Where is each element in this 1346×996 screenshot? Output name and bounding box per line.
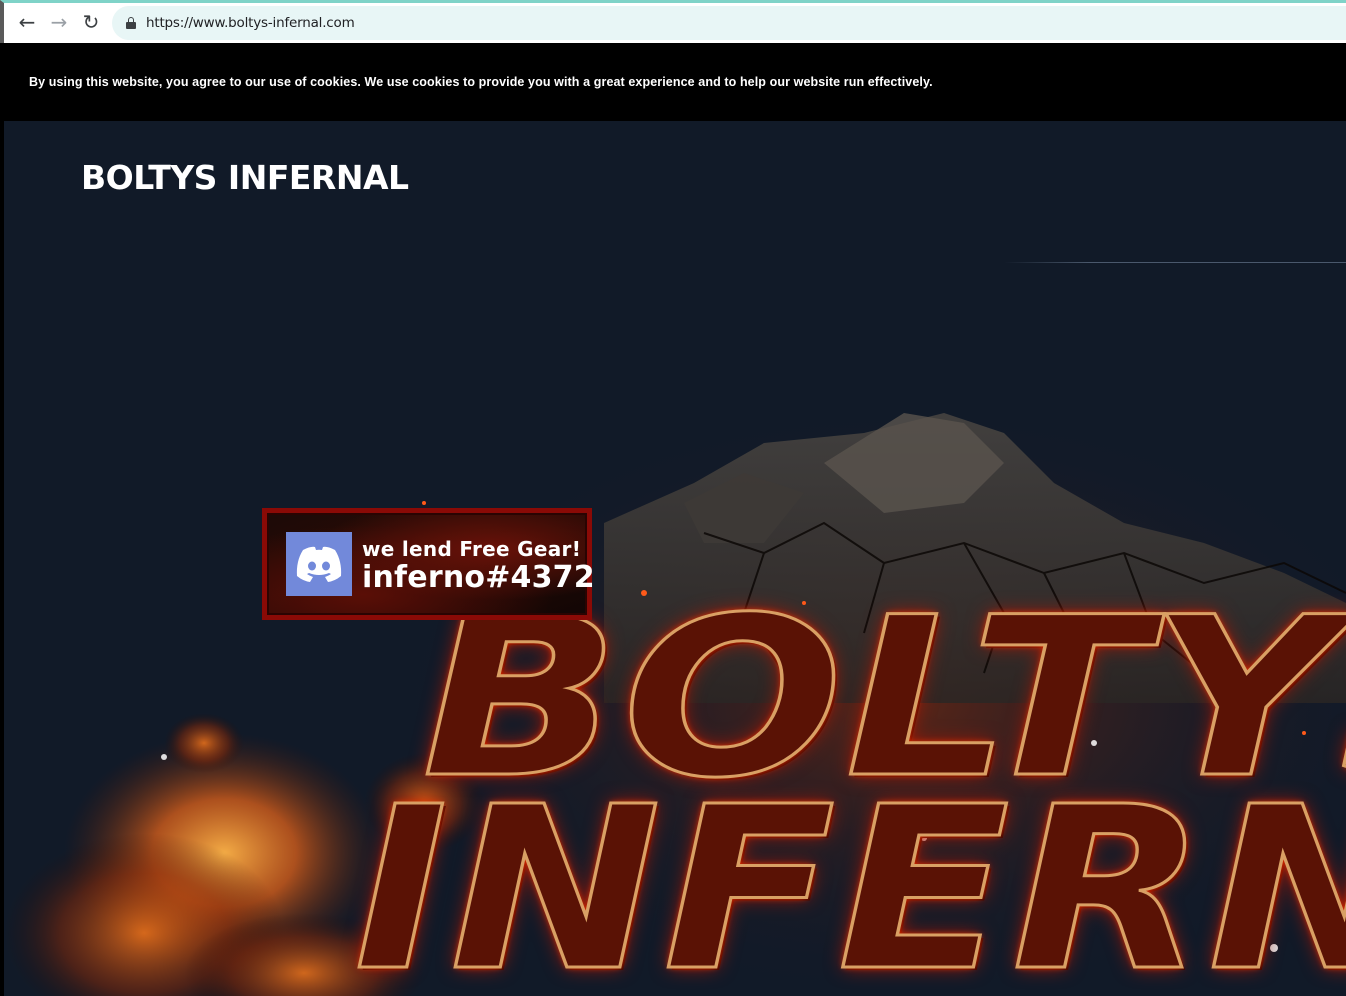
hero-banner: BOLTYS INFERN — [4, 373, 1346, 996]
cookie-banner-text: By using this website, you agree to our … — [29, 75, 933, 89]
arrow-right-icon[interactable]: → — [45, 8, 73, 36]
header-divider — [1004, 262, 1346, 263]
arrow-left-icon[interactable]: ← — [13, 8, 41, 36]
cookie-banner: By using this website, you agree to our … — [4, 43, 1346, 121]
lock-icon[interactable] — [126, 17, 136, 29]
reload-icon[interactable]: ↻ — [77, 8, 105, 36]
discord-logo-icon — [286, 532, 352, 596]
page: By using this website, you agree to our … — [4, 43, 1346, 996]
url-text[interactable]: https://www.boltys-infernal.com — [146, 15, 355, 31]
discord-badge-tagline: we lend Free Gear! — [362, 537, 582, 561]
site-title[interactable]: BOLTYS INFERNAL — [81, 158, 409, 197]
hero-logo-word-2: INFERN — [352, 759, 1346, 996]
discord-badge-username: inferno#4372 — [362, 560, 595, 595]
discord-badge[interactable]: we lend Free Gear! inferno#4372 — [262, 508, 595, 620]
browser-toolbar: ← → ↻ https://www.boltys-infernal.com — [0, 0, 1346, 43]
address-bar[interactable]: https://www.boltys-infernal.com — [112, 6, 1346, 40]
